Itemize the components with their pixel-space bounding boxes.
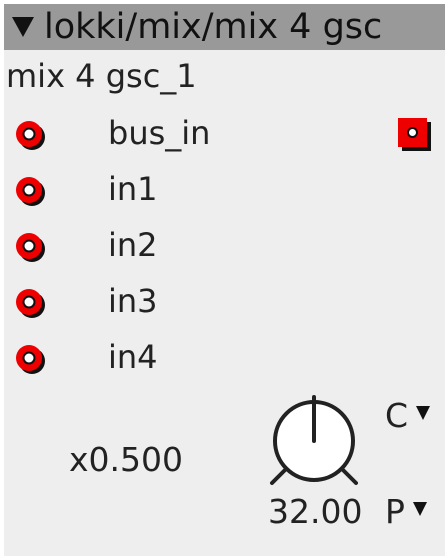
inlet-jack-icon[interactable] (13, 230, 47, 264)
collapse-triangle-icon[interactable] (12, 17, 34, 37)
inlet-label: in4 (108, 338, 158, 376)
dropdown-arrow-icon (412, 502, 427, 516)
inlet-label: in2 (108, 226, 158, 264)
mode-p-dropdown[interactable]: P (385, 492, 427, 532)
inlet-row-in2: in2 (0, 220, 448, 270)
inlet-label: bus_in (108, 114, 211, 152)
inlet-row-in3: in3 (0, 276, 448, 326)
mode-p-label: P (385, 492, 405, 531)
gain-knob[interactable] (266, 395, 362, 491)
inlet-row-in4: in4 (0, 332, 448, 382)
inlet-jack-icon[interactable] (13, 342, 47, 376)
inlet-jack-icon[interactable] (13, 286, 47, 320)
inlet-row-bus-in: bus_in (0, 108, 448, 158)
outlet-jack-icon[interactable] (397, 117, 433, 153)
inlet-label: in1 (108, 170, 158, 208)
dropdown-arrow-icon (416, 406, 431, 420)
mode-c-label: C (385, 396, 409, 435)
inlet-jack-icon[interactable] (13, 118, 47, 152)
mode-c-dropdown[interactable]: C (385, 396, 431, 436)
gain-value-display: x0.500 (69, 440, 184, 479)
module-title: lokki/mix/mix 4 gsc (44, 7, 383, 47)
inlet-label: in3 (108, 282, 158, 320)
module-titlebar[interactable]: lokki/mix/mix 4 gsc (4, 4, 445, 50)
instance-name-label[interactable]: mix 4 gsc_1 (6, 56, 197, 96)
knob-value-readout: 32.00 (268, 492, 363, 531)
inlet-jack-icon[interactable] (13, 174, 47, 208)
inlet-row-in1: in1 (0, 164, 448, 214)
